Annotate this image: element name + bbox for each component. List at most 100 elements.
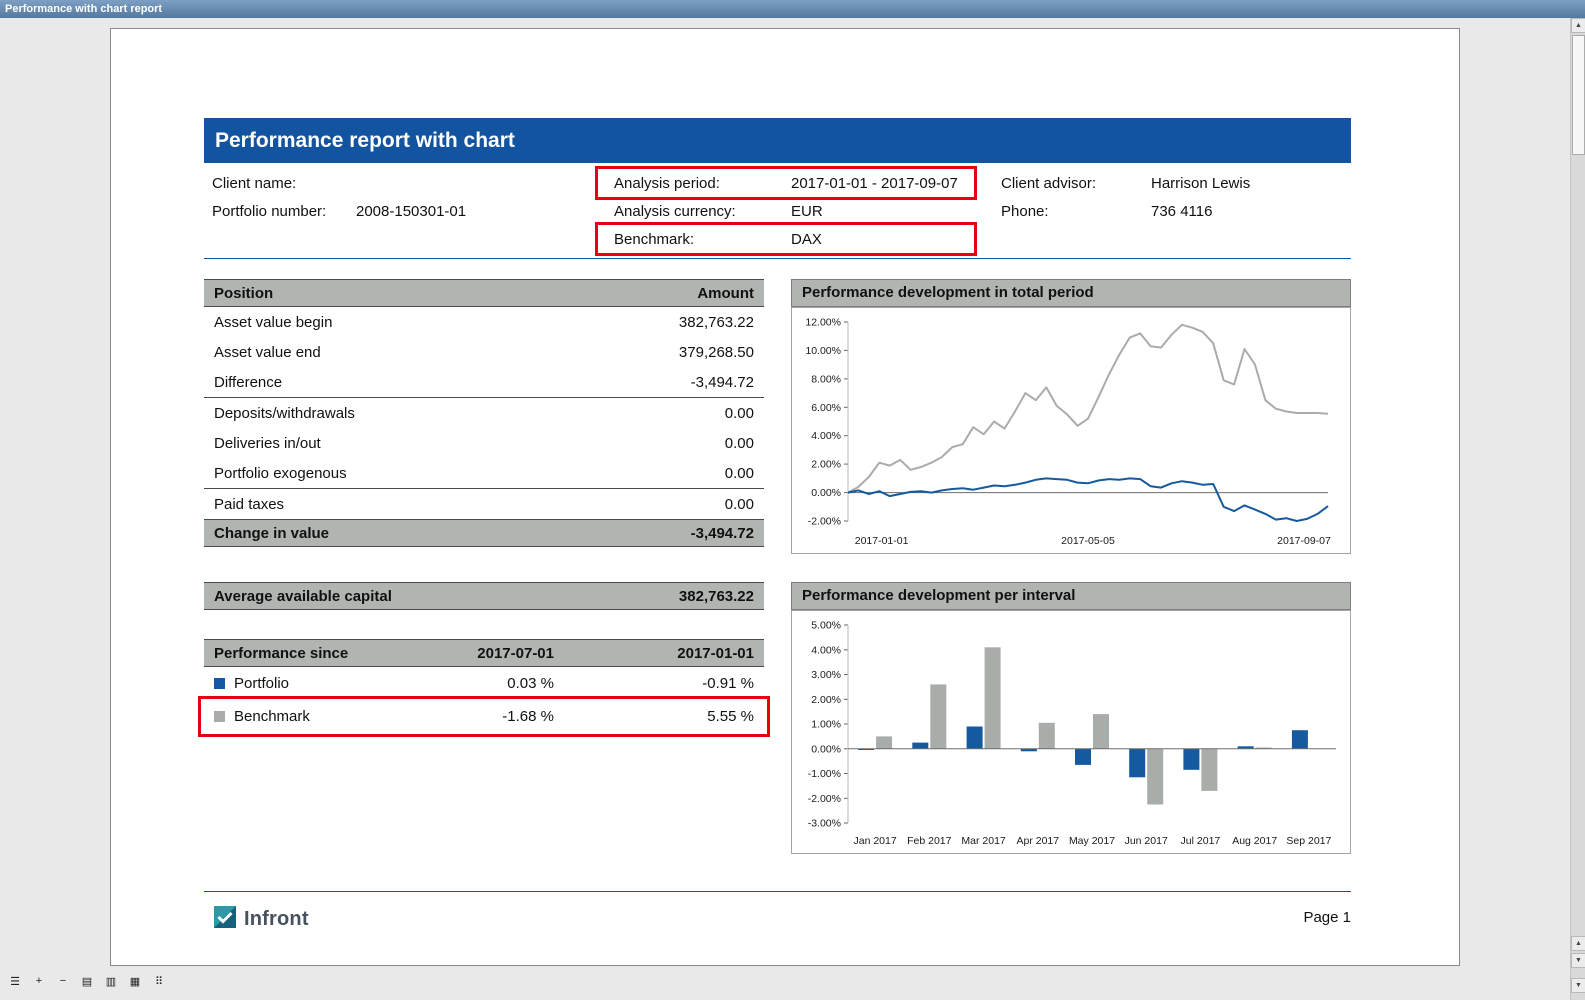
svg-text:Jan 2017: Jan 2017 (853, 835, 896, 847)
svg-text:2017-09-07: 2017-09-07 (1277, 535, 1331, 547)
portfolio-number-label: Portfolio number: (212, 198, 326, 226)
analysis-period-value: 2017-01-01 - 2017-09-07 (791, 170, 958, 198)
line-chart-canvas: 12.00%10.00%8.00%6.00%4.00%2.00%0.00%-2.… (792, 308, 1350, 553)
svg-text:2.00%: 2.00% (811, 459, 841, 471)
average-capital-label: Average available capital (214, 588, 679, 605)
position-table: Position Amount Asset value begin 382,76… (204, 279, 764, 547)
phone-value: 736 4116 (1151, 198, 1212, 226)
table-row: Difference -3,494.72 (204, 367, 764, 397)
average-capital-bar: Average available capital 382,763.22 (204, 582, 764, 610)
svg-text:12.00%: 12.00% (805, 317, 841, 329)
svg-text:1.00%: 1.00% (811, 719, 841, 731)
vertical-scrollbar[interactable]: ▲ ▲ ▼ ▼ (1570, 18, 1585, 1000)
analysis-currency-value: EUR (791, 198, 823, 226)
svg-text:Sep 2017: Sep 2017 (1286, 835, 1331, 847)
row-value: 0.03 % (394, 675, 554, 692)
report-title-banner: Performance report with chart (204, 118, 1351, 163)
svg-text:Aug 2017: Aug 2017 (1232, 835, 1277, 847)
svg-text:Feb 2017: Feb 2017 (907, 835, 952, 847)
row-value: -0.91 % (554, 675, 754, 692)
client-name-label: Client name: (212, 170, 296, 198)
single-page-button[interactable]: ▤ (80, 975, 94, 988)
average-capital-value: 382,763.22 (679, 588, 754, 605)
footer-divider-line (204, 891, 1351, 892)
row-label: Portfolio (234, 675, 289, 692)
column-header-amount: Amount (697, 285, 754, 302)
table-row: Deposits/withdrawals 0.00 (204, 398, 764, 428)
table-row: Deliveries in/out 0.00 (204, 428, 764, 458)
performance-table-header: Performance since 2017-07-01 2017-01-01 (204, 639, 764, 667)
svg-text:2017-05-05: 2017-05-05 (1061, 535, 1115, 547)
page-number: Page 1 (204, 909, 1351, 926)
report-title: Performance report with chart (215, 129, 515, 152)
portfolio-row: Portfolio 0.03 % -0.91 % (204, 667, 764, 700)
total-period-chart-header: Performance development in total period (791, 279, 1351, 307)
row-label: Deliveries in/out (214, 435, 725, 452)
portfolio-legend-swatch (214, 678, 225, 689)
two-page-button[interactable]: ▥ (104, 975, 118, 988)
svg-text:0.00%: 0.00% (811, 487, 841, 499)
table-row: Portfolio exogenous 0.00 (204, 458, 764, 488)
zoom-out-button[interactable]: − (56, 975, 70, 987)
svg-text:Mar 2017: Mar 2017 (961, 835, 1006, 847)
row-label: Benchmark (234, 708, 310, 725)
scroll-thumb[interactable] (1572, 35, 1585, 155)
svg-text:2017-01-01: 2017-01-01 (855, 535, 909, 547)
chart-title: Performance development per interval (802, 587, 1075, 604)
row-value: 5.55 % (554, 708, 754, 725)
position-table-total-row: Change in value -3,494.72 (204, 519, 764, 547)
client-advisor-value: Harrison Lewis (1151, 170, 1250, 198)
scroll-line-up-button[interactable]: ▲ (1571, 936, 1585, 951)
row-value: 0.00 (725, 465, 754, 482)
window-titlebar[interactable]: Performance with chart report (0, 0, 1585, 18)
row-value: 0.00 (725, 435, 754, 452)
menu-icon[interactable]: ☰ (8, 975, 22, 988)
column-header-period1: 2017-07-01 (394, 645, 554, 662)
row-value: 382,763.22 (679, 314, 754, 331)
phone-label: Phone: (1001, 198, 1049, 226)
chart-title: Performance development in total period (802, 284, 1094, 301)
per-interval-chart: 5.00%4.00%3.00%2.00%1.00%0.00%-1.00%-2.0… (791, 610, 1351, 854)
scroll-line-down-button[interactable]: ▼ (1571, 953, 1585, 968)
svg-text:0.00%: 0.00% (811, 743, 841, 755)
report-page: Performance report with chart Client nam… (110, 28, 1460, 966)
benchmark-row: Benchmark -1.68 % 5.55 % (204, 700, 764, 733)
svg-text:8.00%: 8.00% (811, 373, 841, 385)
benchmark-legend-swatch (214, 711, 225, 722)
table-row: Paid taxes 0.00 (204, 489, 764, 519)
analysis-period-label: Analysis period: (614, 170, 720, 198)
multi-page-button[interactable]: ▦ (128, 975, 142, 988)
table-row: Asset value begin 382,763.22 (204, 307, 764, 337)
thumbnail-grid-button[interactable]: ⠿ (152, 975, 166, 988)
portfolio-number-value: 2008-150301-01 (356, 198, 466, 226)
svg-text:-1.00%: -1.00% (808, 768, 841, 780)
row-value: -3,494.72 (691, 374, 754, 391)
svg-text:4.00%: 4.00% (811, 430, 841, 442)
scroll-up-button[interactable]: ▲ (1571, 18, 1585, 33)
column-header-performance-since: Performance since (214, 645, 394, 662)
zoom-in-button[interactable]: + (32, 975, 46, 987)
svg-text:May 2017: May 2017 (1069, 835, 1115, 847)
total-label: Change in value (214, 525, 691, 542)
row-label: Difference (214, 374, 691, 391)
row-label: Asset value begin (214, 314, 679, 331)
client-advisor-label: Client advisor: (1001, 170, 1096, 198)
row-value: 379,268.50 (679, 344, 754, 361)
row-value: 0.00 (725, 496, 754, 513)
bar-chart-canvas: 5.00%4.00%3.00%2.00%1.00%0.00%-1.00%-2.0… (792, 611, 1350, 853)
svg-text:10.00%: 10.00% (805, 345, 841, 357)
row-label: Paid taxes (214, 496, 725, 513)
row-label: Deposits/withdrawals (214, 405, 725, 422)
column-header-position: Position (214, 285, 697, 302)
svg-text:2.00%: 2.00% (811, 694, 841, 706)
header-divider-line (204, 258, 1351, 259)
total-value: -3,494.72 (691, 525, 754, 542)
page-down-button[interactable]: ▼ (1571, 978, 1585, 993)
viewer-toolbar: ☰ + − ▤ ▥ ▦ ⠿ (0, 970, 1565, 992)
performance-since-table: Performance since 2017-07-01 2017-01-01 … (204, 639, 764, 733)
svg-text:Jul 2017: Jul 2017 (1181, 835, 1221, 847)
per-interval-chart-header: Performance development per interval (791, 582, 1351, 610)
column-header-period2: 2017-01-01 (554, 645, 754, 662)
benchmark-label: Benchmark: (614, 226, 694, 254)
svg-text:Apr 2017: Apr 2017 (1016, 835, 1059, 847)
